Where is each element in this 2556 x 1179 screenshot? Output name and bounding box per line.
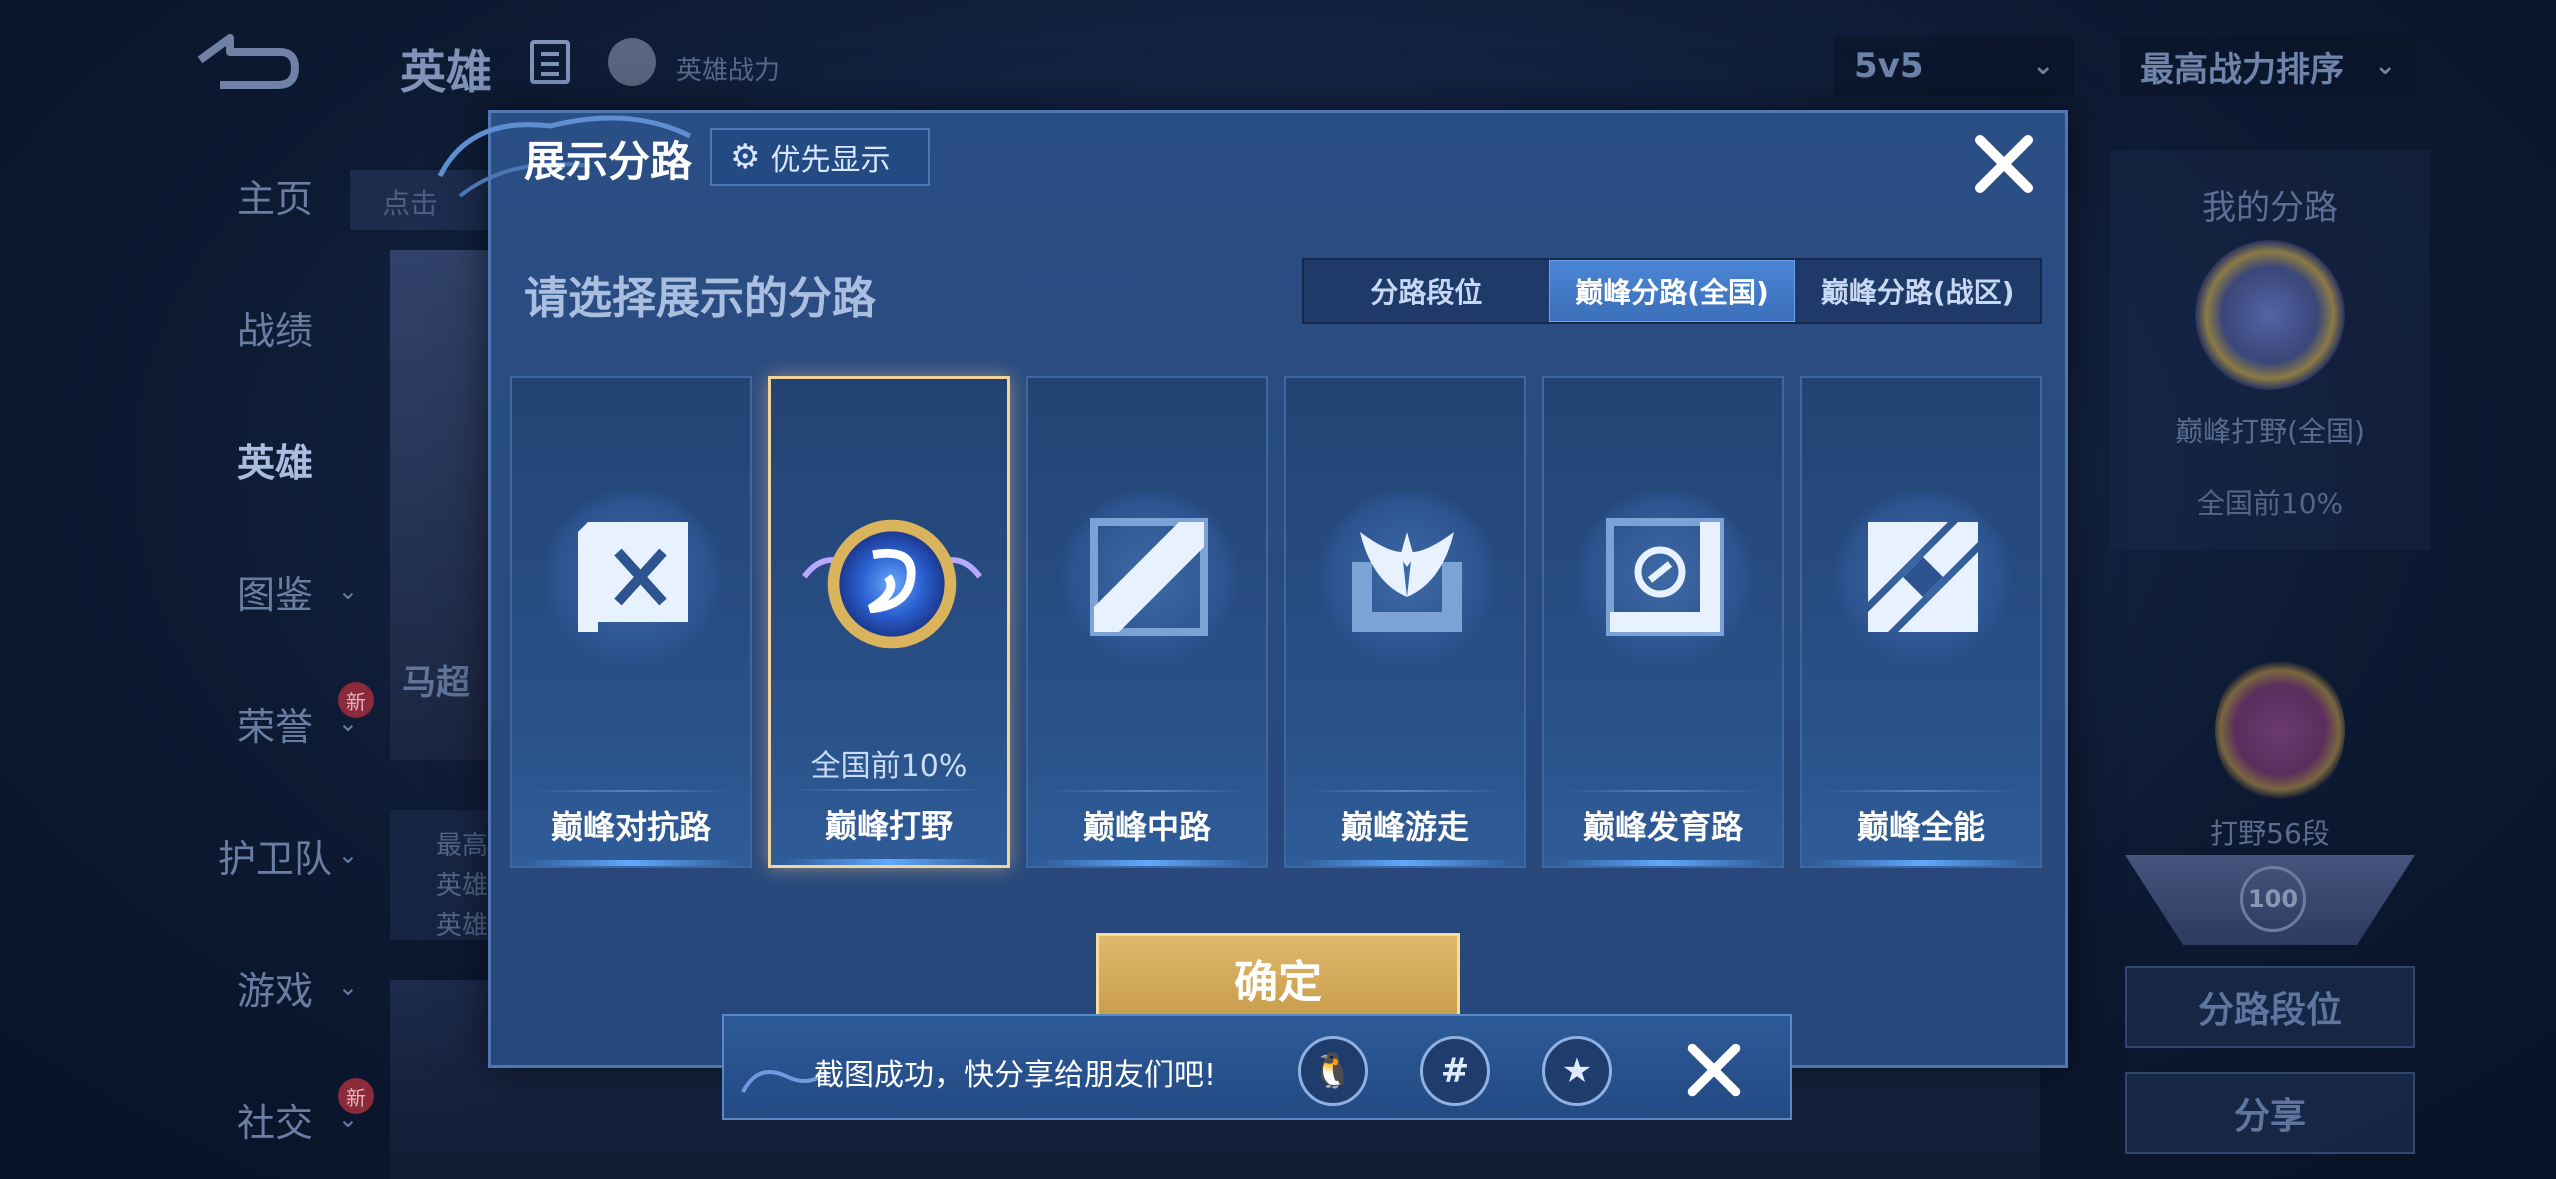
lane-rank-button[interactable]: 分路段位: [2125, 966, 2415, 1048]
nav-item-gallery[interactable]: 图鉴 ⌄: [150, 556, 400, 626]
share-button[interactable]: 分享: [2125, 1072, 2415, 1154]
hero-card-name: 马超: [402, 663, 470, 703]
priority-display-button[interactable]: ⚙ 优先显示: [710, 128, 930, 186]
close-icon: [1975, 135, 2033, 193]
roam-icon: [1352, 532, 1462, 632]
toast-message: 截图成功，快分享给朋友们吧!: [814, 1058, 1217, 1093]
qzone-icon[interactable]: ★: [1542, 1036, 1612, 1106]
farm-lane-icon: [1606, 518, 1724, 636]
tab-lane-rank[interactable]: 分路段位: [1304, 260, 1549, 322]
page-title: 英雄: [400, 45, 492, 99]
gear-icon: ⚙: [730, 137, 761, 177]
share-toast: 截图成功，快分享给朋友们吧! 🐧 # ★: [722, 1014, 1792, 1120]
tab-peak-national[interactable]: 巅峰分路(全国): [1548, 260, 1796, 322]
lane-card-all-round[interactable]: 巅峰全能: [1800, 376, 2042, 868]
tier-badge-label: 打野56段: [2210, 817, 2330, 850]
nav-item-hero[interactable]: 英雄: [150, 424, 400, 494]
lane-name: 巅峰发育路: [1582, 808, 1743, 846]
lane-card-roam[interactable]: 巅峰游走: [1284, 376, 1526, 868]
lane-card-jungle[interactable]: 全国前10% 巅峰打野: [768, 376, 1010, 868]
chevron-down-icon: ⌄: [2032, 51, 2054, 81]
tab-peak-region[interactable]: 巅峰分路(战区): [1795, 260, 2040, 322]
lane-card-mid[interactable]: 巅峰中路: [1026, 376, 1268, 868]
qq-icon[interactable]: 🐧: [1298, 1036, 1368, 1106]
nav-item-guard[interactable]: 护卫队 ⌄: [150, 820, 400, 890]
lane-name: 巅峰中路: [1082, 808, 1211, 846]
hero-stats-text: 最高 英雄 英雄: [436, 831, 489, 941]
chevron-down-icon: ⌄: [337, 841, 358, 869]
my-lane-rank: 全国前10%: [2196, 487, 2344, 520]
list-icon[interactable]: [530, 40, 570, 84]
my-lane-title: 我的分路: [2202, 188, 2338, 228]
hero-power-icon: [608, 38, 656, 86]
lane-name: 巅峰全能: [1856, 808, 1985, 846]
nav-item-honor[interactable]: 荣誉 ⌄ 新: [150, 682, 400, 758]
modal-title: 展示分路: [524, 137, 693, 186]
wechat-moments-icon[interactable]: #: [1420, 1036, 1490, 1106]
lane-rank-text: 全国前10%: [810, 749, 968, 784]
mode-select[interactable]: 5v5 ⌄: [1834, 36, 2074, 96]
jungle-badge-icon: [801, 519, 983, 649]
mid-lane-icon: [1090, 518, 1208, 636]
sort-select[interactable]: 最高战力排序 ⌄: [2120, 36, 2416, 96]
nav-item-game[interactable]: 游戏 ⌄: [150, 952, 400, 1022]
chevron-down-icon: ⌄: [2374, 51, 2396, 81]
lane-type-tabs: 分路段位 巅峰分路(全国) 巅峰分路(战区): [1302, 258, 2042, 324]
lane-card-clash[interactable]: 巅峰对抗路: [510, 376, 752, 868]
close-icon: [1687, 1043, 1741, 1097]
jungle-badge-icon: [2195, 240, 2345, 390]
lane-name: 巅峰对抗路: [550, 808, 711, 846]
chevron-down-icon: ⌄: [337, 973, 358, 1001]
clash-lane-icon: [578, 522, 688, 632]
level-badge: 100: [2240, 866, 2306, 932]
my-lane-badge-label: 巅峰打野(全国): [2175, 415, 2365, 448]
chevron-down-icon: ⌄: [337, 577, 358, 605]
all-round-icon: [1868, 522, 1978, 632]
select-prompt: 请选择展示的分路: [524, 273, 876, 324]
confirm-button[interactable]: 确定: [1096, 933, 1460, 1023]
new-badge: 新: [338, 682, 374, 718]
back-arrow-icon[interactable]: [190, 30, 300, 90]
close-button[interactable]: [1674, 1032, 1754, 1108]
new-badge: 新: [338, 1078, 374, 1114]
hero-power-label[interactable]: 英雄战力: [676, 50, 780, 87]
lane-name: 巅峰游走: [1340, 808, 1469, 846]
nav-item-record[interactable]: 战绩: [150, 292, 400, 362]
lane-card-farm[interactable]: 巅峰发育路: [1542, 376, 1784, 868]
lane-name: 巅峰打野: [824, 807, 953, 845]
nav-item-social[interactable]: 社交 ⌄ 新: [150, 1078, 400, 1154]
jungle-tier-badge-icon: [2215, 655, 2345, 805]
close-button[interactable]: [1964, 124, 2044, 204]
